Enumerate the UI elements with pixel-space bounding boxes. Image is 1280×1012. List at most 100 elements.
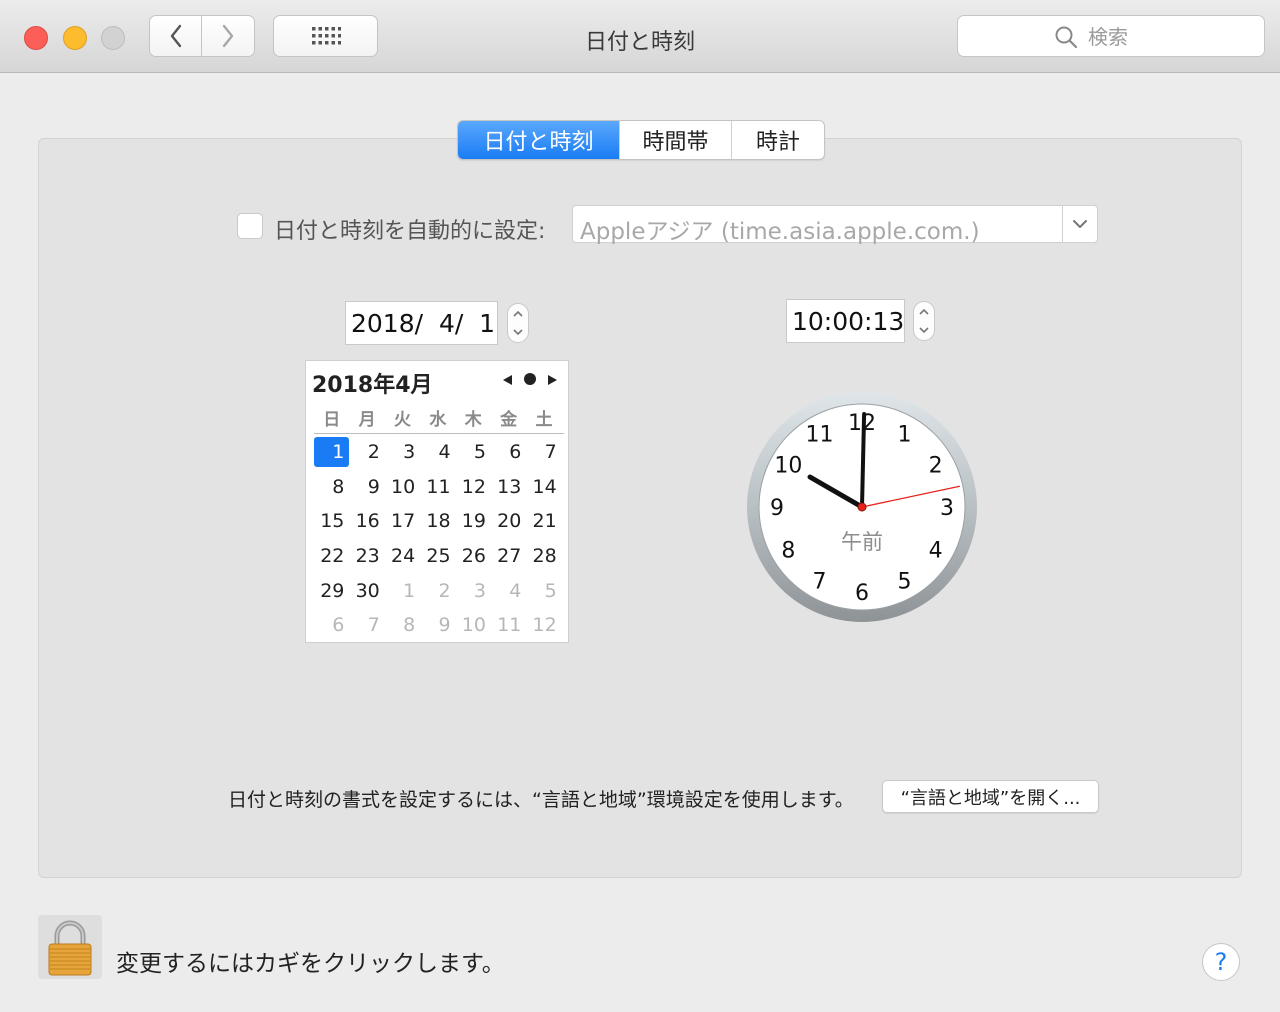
help-button[interactable]: ? [1202,943,1240,981]
clock-number: 10 [774,454,802,479]
calendar-day[interactable]: 28 [526,541,561,571]
calendar-day[interactable]: 20 [491,506,526,536]
tab-date-time[interactable]: 日付と時刻 [458,121,620,159]
calendar-day[interactable]: 15 [314,506,349,536]
calendar-day[interactable]: 24 [385,541,420,571]
minute-hand [860,412,867,509]
lock-button[interactable] [38,915,102,979]
calendar-day[interactable]: 2 [420,576,455,606]
clock-number: 5 [898,570,912,595]
time-stepper[interactable] [913,301,935,341]
time-increment-button[interactable] [914,302,934,321]
search-input[interactable] [1086,22,1250,52]
tab-bar: 日付と時刻 時間帯 時計 [457,120,825,160]
clock-number: 4 [929,539,943,564]
calendar-day[interactable]: 2 [349,437,384,467]
auto-set-checkbox[interactable] [237,213,263,239]
calendar-day[interactable]: 22 [314,541,349,571]
date-value: 2018/ 4/ 1 [351,308,496,338]
calendar-day-grid: 1 2 3 4 5 6 7 8 9 10 11 12 13 14 15 16 17 18 19 20 21 22 23 24 2… [314,435,564,643]
open-language-region-button[interactable]: “言語と地域”を開く... [882,780,1099,813]
calendar-day[interactable]: 18 [420,506,455,536]
calendar-day[interactable]: 4 [491,576,526,606]
clock-number: 7 [813,570,827,595]
calendar-day[interactable]: 3 [385,437,420,467]
weekday-label: 水 [429,410,447,430]
tab-clock[interactable]: 時計 [732,121,824,159]
settings-panel [38,138,1242,878]
time-decrement-button[interactable] [914,321,934,340]
calendar-day[interactable]: 6 [491,437,526,467]
chevron-down-icon [513,329,523,336]
weekday-label: 土 [535,410,553,430]
calendar-month-title: 2018年4月 [312,373,433,398]
calendar-day[interactable]: 19 [456,506,491,536]
calendar-day[interactable]: 3 [456,576,491,606]
date-field[interactable]: 2018/ 4/ 1 [345,301,498,345]
clock-number: 2 [929,454,943,479]
calendar-day[interactable]: 13 [491,472,526,502]
calendar-nav [502,371,558,390]
clock-number: 11 [806,422,834,447]
weekday-label: 日 [323,410,341,430]
date-increment-button[interactable] [508,304,528,323]
calendar-day[interactable]: 10 [385,472,420,502]
time-field[interactable]: 10:00:13 [786,299,905,343]
calendar-day-selected[interactable]: 1 [314,437,350,468]
calendar-day[interactable]: 12 [456,472,491,502]
calendar-day[interactable]: 27 [491,541,526,571]
calendar-day[interactable]: 7 [526,437,561,467]
calendar-week-row: 8 9 10 11 12 13 14 [314,470,564,505]
calendar-day[interactable]: 26 [456,541,491,571]
chevron-down-icon [919,327,929,334]
calendar-day[interactable]: 9 [420,610,455,640]
calendar-day[interactable]: 5 [526,576,561,606]
calendar-day[interactable]: 11 [420,472,455,502]
calendar-day[interactable]: 23 [349,541,384,571]
clock-ampm: 午前 [841,530,883,554]
format-hint-text: 日付と時刻の書式を設定するには、“言語と地域”環境設定を使用します。 [228,789,854,811]
calendar-week-row: 29 30 1 2 3 4 5 [314,573,564,608]
clock-number: 3 [940,496,954,521]
analog-clock: 121234567891011 午前 [747,392,977,622]
calendar-day[interactable]: 8 [314,472,349,502]
weekday-label: 金 [500,410,518,430]
calendar-weekday-header: 日 月 火 水 木 金 土 [314,405,564,434]
tab-time-zone[interactable]: 時間帯 [620,121,732,159]
calendar: 2018年4月 日 月 火 水 木 金 土 1 2 3 4 5 6 7 8 9 10 11 12 13 1… [305,360,569,643]
previous-month-icon[interactable] [502,371,513,390]
calendar-day[interactable]: 30 [349,576,384,606]
date-stepper[interactable] [507,303,529,343]
calendar-day[interactable]: 25 [420,541,455,571]
calendar-week-row: 22 23 24 25 26 27 28 [314,539,564,574]
calendar-day[interactable]: 12 [526,610,561,640]
calendar-day[interactable]: 11 [491,610,526,640]
search-field[interactable] [957,15,1265,57]
calendar-day[interactable]: 10 [456,610,491,640]
dropdown-button[interactable] [1062,206,1097,242]
calendar-week-row: 15 16 17 18 19 20 21 [314,504,564,539]
title-bar: 日付と時刻 [0,0,1280,73]
calendar-day[interactable]: 14 [526,472,561,502]
calendar-day[interactable]: 8 [385,610,420,640]
calendar-day[interactable]: 6 [314,610,349,640]
calendar-day[interactable]: 1 [385,576,420,606]
time-server-combobox[interactable]: Appleアジア (time.asia.apple.com.) [572,205,1098,245]
calendar-day[interactable]: 29 [314,576,349,606]
calendar-day[interactable]: 21 [526,506,561,536]
today-dot-icon[interactable] [523,371,537,390]
weekday-label: 月 [358,410,376,430]
chevron-up-icon [919,308,929,315]
date-decrement-button[interactable] [508,323,528,342]
calendar-day[interactable]: 9 [349,472,384,502]
calendar-week-row: 1234567 [314,435,564,470]
calendar-day[interactable]: 7 [349,610,384,640]
next-month-icon[interactable] [547,371,558,390]
calendar-day[interactable]: 17 [385,506,420,536]
calendar-day[interactable]: 4 [420,437,455,467]
calendar-day[interactable]: 5 [456,437,491,467]
calendar-day[interactable]: 16 [349,506,384,536]
clock-number: 8 [781,539,795,564]
chevron-down-icon [1073,220,1087,228]
clock-number: 6 [855,581,869,606]
